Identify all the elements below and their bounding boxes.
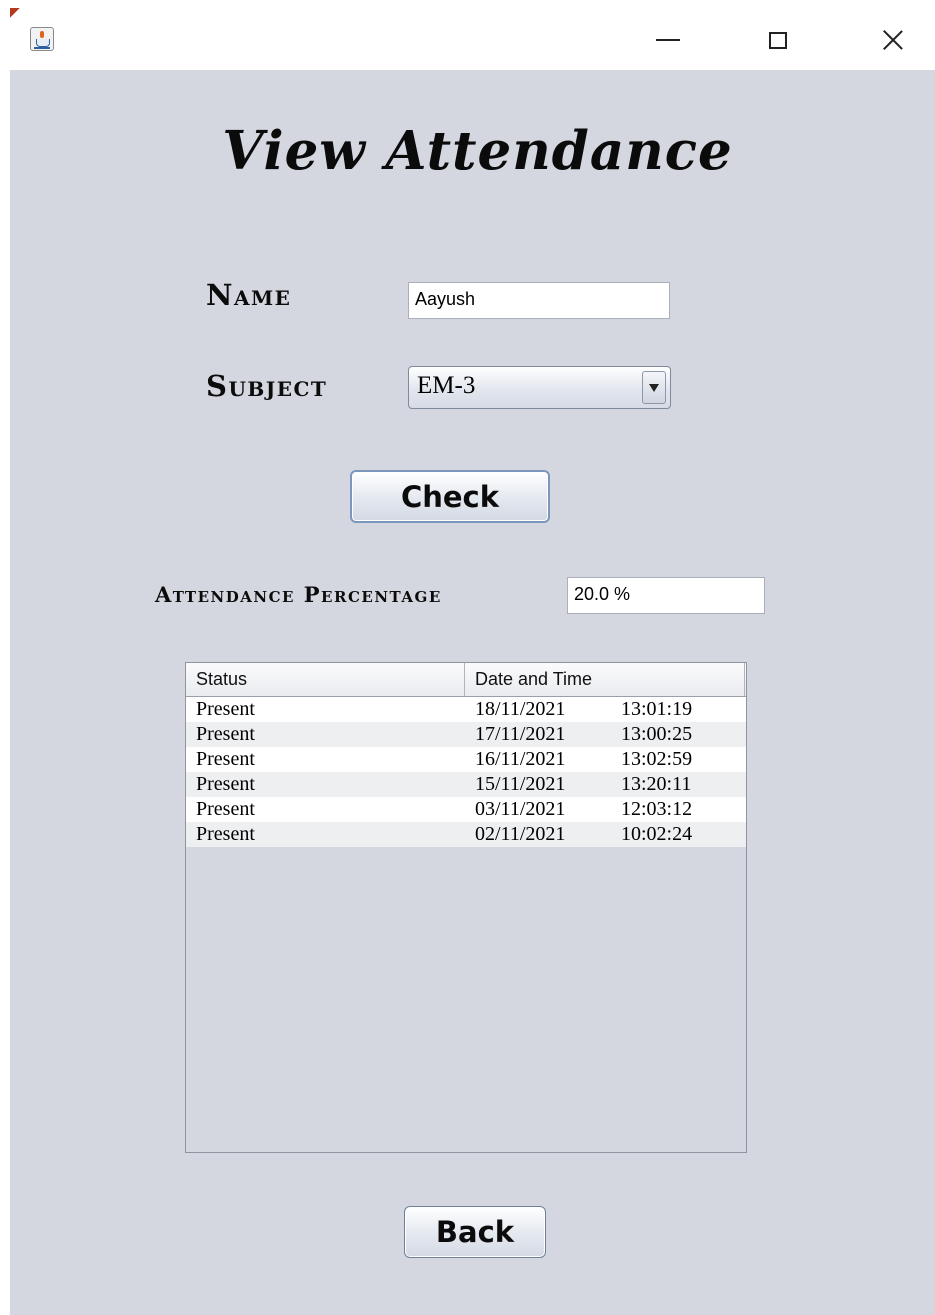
time-cell: 13:01:19	[621, 698, 693, 720]
steam-shape	[40, 31, 44, 38]
status-cell: Present	[196, 798, 255, 820]
name-label: Name	[206, 278, 292, 312]
table-row[interactable]: Present 18/11/2021 13:01:19	[186, 697, 746, 722]
title-bar	[10, 8, 935, 70]
time-cell: 13:00:25	[621, 723, 693, 745]
saucer-shape	[34, 47, 50, 49]
name-field[interactable]: Aayush	[408, 282, 670, 319]
time-cell: 13:20:11	[621, 773, 692, 795]
column-header-status[interactable]: Status	[186, 663, 465, 696]
java-cup-icon[interactable]	[30, 27, 54, 51]
status-cell: Present	[196, 748, 255, 770]
subject-selected-value: EM-3	[417, 372, 476, 399]
table-body: Present 18/11/2021 13:01:19 Present 17/1…	[186, 697, 746, 847]
main-panel: View Attendance Name Aayush Subject EM-3…	[10, 70, 935, 1315]
subject-label: Subject	[206, 369, 328, 403]
status-cell: Present	[196, 723, 255, 745]
status-cell: Present	[196, 698, 255, 720]
close-button[interactable]	[865, 14, 921, 66]
date-cell: 15/11/2021	[475, 773, 566, 795]
status-cell: Present	[196, 823, 255, 845]
cup-shape	[36, 39, 50, 47]
status-cell: Present	[196, 773, 255, 795]
page-title: View Attendance	[222, 120, 733, 182]
time-cell: 13:02:59	[621, 748, 693, 770]
date-cell: 18/11/2021	[475, 698, 566, 720]
close-icon	[882, 29, 904, 51]
date-cell: 16/11/2021	[475, 748, 566, 770]
window-corner-accent	[10, 8, 20, 22]
table-header: Status Date and Time	[186, 663, 746, 697]
table-row[interactable]: Present 03/11/2021 12:03:12	[186, 797, 746, 822]
column-header-date-time[interactable]: Date and Time	[465, 663, 745, 696]
table-row[interactable]: Present 02/11/2021 10:02:24	[186, 822, 746, 847]
date-cell: 17/11/2021	[475, 723, 566, 745]
chevron-down-icon[interactable]	[642, 371, 666, 404]
subject-dropdown[interactable]: EM-3	[408, 366, 671, 409]
check-button[interactable]: Check	[350, 470, 550, 523]
date-cell: 03/11/2021	[475, 798, 566, 820]
time-cell: 10:02:24	[621, 823, 693, 845]
table-row[interactable]: Present 15/11/2021 13:20:11	[186, 772, 746, 797]
attendance-percentage-field[interactable]: 20.0 %	[567, 577, 765, 614]
back-button[interactable]: Back	[404, 1206, 546, 1258]
attendance-percentage-label: Attendance Percentage	[155, 582, 442, 607]
time-cell: 12:03:12	[621, 798, 693, 820]
minimize-button[interactable]	[640, 14, 696, 66]
table-row[interactable]: Present 16/11/2021 13:02:59	[186, 747, 746, 772]
date-cell: 02/11/2021	[475, 823, 566, 845]
attendance-table[interactable]: Status Date and Time Present 18/11/2021 …	[185, 662, 747, 1153]
maximize-button[interactable]	[750, 14, 806, 66]
maximize-icon	[769, 31, 787, 49]
minimize-icon	[656, 39, 680, 41]
table-row[interactable]: Present 17/11/2021 13:00:25	[186, 722, 746, 747]
